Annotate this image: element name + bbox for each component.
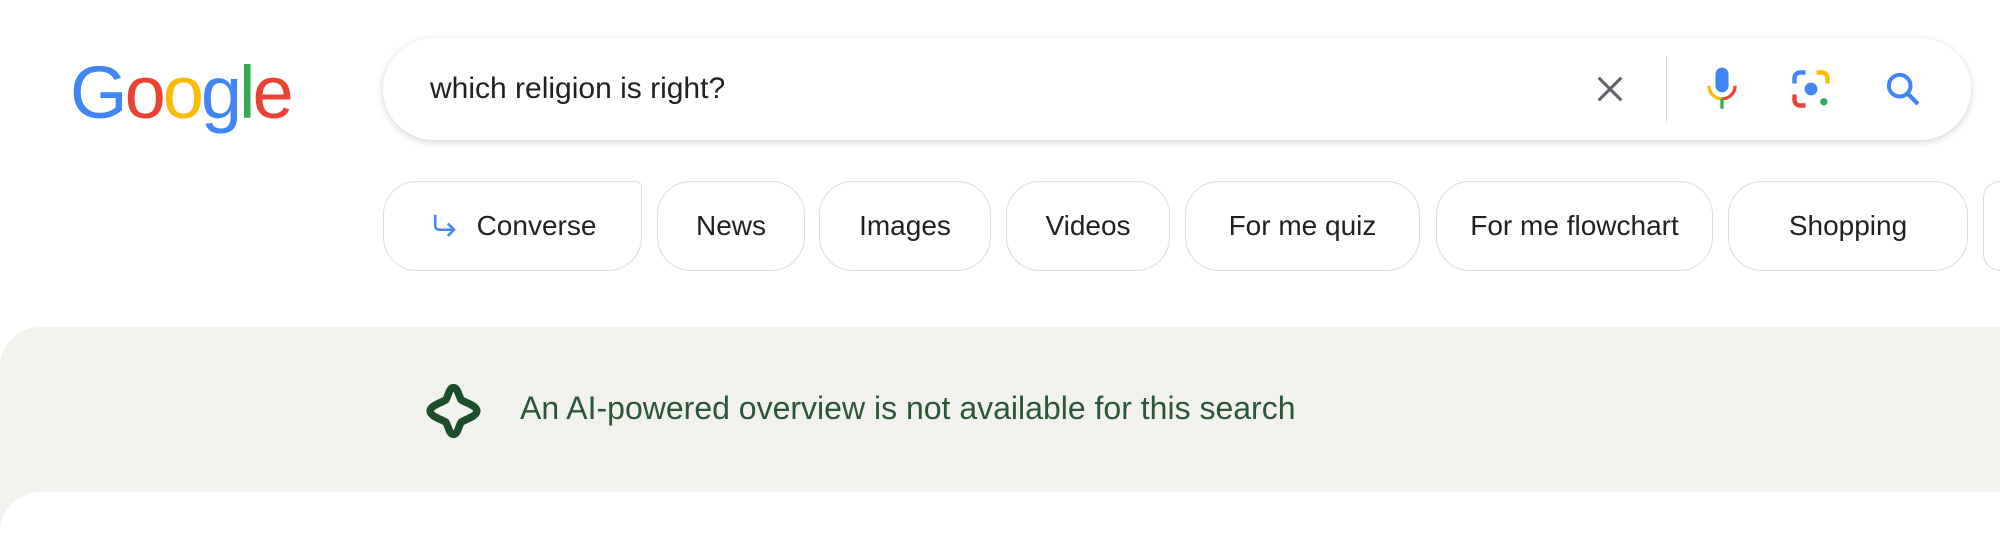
search-icon[interactable] — [1878, 64, 1928, 114]
logo-letter: l — [239, 51, 256, 134]
chip-label: For me quiz — [1228, 210, 1377, 241]
chip-label: Shopping — [1788, 210, 1908, 241]
logo-letter: e — [252, 51, 293, 134]
chip-label: For me flowchart — [1470, 210, 1679, 241]
logo-letter: G — [70, 51, 128, 134]
ai-overview-message: An AI-powered overview is not available … — [520, 390, 1296, 426]
chip-more[interactable] — [1983, 181, 2000, 271]
chip-news[interactable]: News — [657, 181, 805, 271]
chip-label: Images — [859, 210, 951, 241]
divider — [1666, 56, 1667, 122]
ai-sparkle-icon — [425, 383, 482, 444]
search-input[interactable]: which religion is right? — [430, 38, 725, 140]
logo-letter: o — [162, 51, 204, 134]
chip-for-me-flowchart[interactable]: For me flowchart — [1436, 181, 1713, 271]
chip-label: Converse — [476, 210, 597, 241]
logo-letter: o — [124, 51, 166, 134]
arrow-return-icon — [429, 211, 459, 241]
chip-videos[interactable]: Videos — [1006, 181, 1170, 271]
chip-converse[interactable]: Converse — [383, 181, 642, 271]
chip-label: News — [695, 210, 766, 241]
google-lens-icon[interactable] — [1786, 64, 1836, 114]
logo-letter: g — [200, 51, 242, 134]
chip-images[interactable]: Images — [819, 181, 991, 271]
close-icon[interactable] — [1585, 64, 1635, 114]
search-box[interactable]: which religion is right? — [383, 38, 1971, 140]
chip-label: Videos — [1045, 210, 1131, 241]
chip-shopping[interactable]: Shopping — [1728, 181, 1968, 271]
chip-for-me-quiz[interactable]: For me quiz — [1185, 181, 1420, 271]
microphone-icon[interactable] — [1697, 64, 1747, 114]
google-logo[interactable]: Google — [70, 50, 294, 135]
results-area — [0, 492, 2000, 549]
